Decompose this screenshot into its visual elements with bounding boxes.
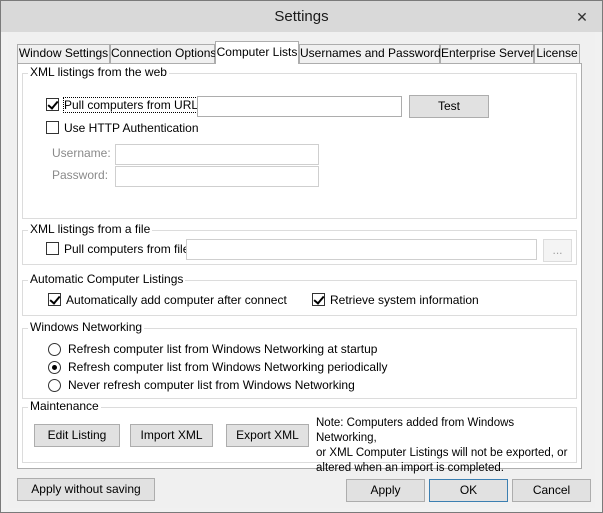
auto-listings-legend: Automatic Computer Listings [28, 272, 186, 286]
password-field[interactable] [115, 166, 319, 187]
url-input[interactable] [197, 96, 402, 117]
computer-lists-panel: XML listings from the web Pull computers… [17, 63, 582, 474]
edit-listing-button[interactable]: Edit Listing [34, 424, 120, 447]
tab-usernames-and-passwords[interactable]: Usernames and Passwords [299, 44, 447, 63]
note-line-1: Note: Computers added from Windows Netwo… [316, 417, 515, 444]
import-xml-button[interactable]: Import XML [130, 424, 213, 447]
auto-add-label[interactable]: Automatically add computer after connect [66, 293, 287, 307]
maintenance-group: Maintenance Edit Listing Import XML Expo… [22, 399, 577, 474]
tab-computer-lists[interactable]: Computer Lists [215, 41, 299, 64]
xml-file-group: XML listings from a file Pull computers … [22, 222, 577, 265]
pull-file-checkbox[interactable] [46, 242, 59, 255]
settings-window: Settings ✕ Window Settings Connection Op… [0, 0, 603, 513]
retrieve-info-label[interactable]: Retrieve system information [330, 293, 479, 307]
username-label: Username: [52, 146, 111, 160]
tab-enterprise-server[interactable]: Enterprise Server [440, 44, 534, 63]
refresh-startup-label[interactable]: Refresh computer list from Windows Netwo… [68, 342, 377, 356]
apply-without-saving-button[interactable]: Apply without saving [17, 478, 155, 501]
maintenance-legend: Maintenance [28, 399, 101, 413]
note-line-3: altered when an import is completed. [316, 462, 504, 474]
pull-url-label[interactable]: Pull computers from URL: [62, 97, 203, 113]
refresh-periodically-label[interactable]: Refresh computer list from Windows Netwo… [68, 360, 387, 374]
xml-web-legend: XML listings from the web [28, 65, 169, 79]
retrieve-info-checkbox[interactable] [312, 293, 325, 306]
windows-networking-group: Windows Networking Refresh computer list… [22, 320, 577, 399]
apply-button[interactable]: Apply [346, 479, 425, 502]
never-refresh-label[interactable]: Never refresh computer list from Windows… [68, 378, 355, 392]
window-title: Settings [274, 8, 329, 25]
refresh-startup-radio[interactable] [48, 343, 61, 356]
http-auth-label[interactable]: Use HTTP Authentication [64, 121, 199, 135]
tab-connection-options[interactable]: Connection Options [110, 44, 216, 63]
note-line-2: or XML Computer Listings will not be exp… [316, 447, 568, 459]
tab-license[interactable]: License [534, 44, 580, 63]
ok-button[interactable]: OK [429, 479, 508, 502]
windows-networking-legend: Windows Networking [28, 320, 145, 334]
close-icon[interactable]: ✕ [574, 9, 590, 25]
auto-add-checkbox[interactable] [48, 293, 61, 306]
pull-url-checkbox[interactable] [46, 98, 59, 111]
browse-file-button[interactable]: ... [543, 239, 572, 262]
xml-web-group: XML listings from the web Pull computers… [22, 65, 577, 219]
title-bar[interactable]: Settings ✕ [1, 1, 602, 32]
auto-listings-group: Automatic Computer Listings Automaticall… [22, 272, 577, 316]
http-auth-checkbox[interactable] [46, 121, 59, 134]
pull-file-label[interactable]: Pull computers from file: [64, 242, 193, 256]
test-button[interactable]: Test [409, 95, 489, 118]
refresh-periodically-radio[interactable] [48, 361, 61, 374]
dialog-content: Window Settings Connection Options Compu… [8, 32, 595, 508]
username-field[interactable] [115, 144, 319, 165]
file-path-input[interactable] [186, 239, 537, 260]
maintenance-note: Note: Computers added from Windows Netwo… [316, 416, 576, 476]
never-refresh-radio[interactable] [48, 379, 61, 392]
xml-file-legend: XML listings from a file [28, 222, 153, 236]
tab-window-settings[interactable]: Window Settings [17, 44, 110, 63]
export-xml-button[interactable]: Export XML [226, 424, 309, 447]
password-label: Password: [52, 168, 109, 182]
cancel-button[interactable]: Cancel [512, 479, 591, 502]
